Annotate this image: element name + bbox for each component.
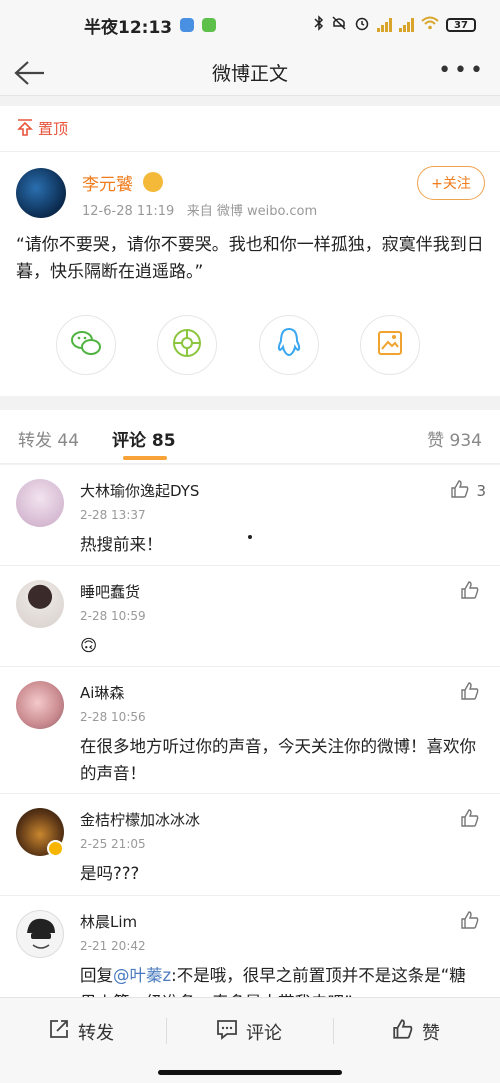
thumbs-up-icon: [450, 479, 470, 503]
pinned-banner: 置顶: [0, 106, 500, 152]
status-time: 半夜12:13: [84, 17, 173, 38]
commenter-name[interactable]: 大林瑜你逸起DYS: [80, 480, 199, 501]
repost-button[interactable]: 转发: [48, 1018, 114, 1045]
thumbs-up-icon: [460, 681, 480, 705]
more-options-button[interactable]: •••: [438, 58, 486, 83]
author-name[interactable]: 李元饕: [82, 170, 133, 195]
comment-item[interactable]: 大林瑜你逸起DYS 2-28 13:37 热搜前来！ 3: [0, 465, 500, 566]
reply-prefix: 回复: [80, 966, 113, 985]
like-label: 赞: [422, 1022, 440, 1044]
thumbs-up-icon: [460, 910, 480, 934]
comment-like-count: 3: [476, 482, 486, 500]
commenter-avatar[interactable]: [16, 910, 64, 958]
battery-icon: 37: [446, 18, 476, 32]
post-source: 来自 微博 weibo.com: [186, 204, 318, 219]
page-title: 微博正文: [211, 63, 288, 85]
commenter-avatar[interactable]: [16, 681, 64, 729]
comment-label: 评论: [246, 1022, 282, 1044]
comment-like-button[interactable]: [460, 910, 486, 934]
wifi-icon: [421, 16, 439, 34]
save-image-icon: [376, 329, 404, 361]
tab-likes[interactable]: 赞 934: [427, 426, 482, 451]
commenter-name[interactable]: 睡吧蠢货: [80, 581, 140, 602]
signal-icon-2: [399, 18, 414, 32]
tab-active-indicator: [123, 456, 167, 460]
nav-bar: 微博正文 •••: [0, 50, 500, 96]
comment-icon: [216, 1018, 238, 1045]
like-button[interactable]: 赞: [392, 1018, 440, 1045]
tab-comments[interactable]: 评论 85: [112, 426, 176, 451]
scroll-dot: [248, 535, 252, 539]
status-bar: 半夜12:13 37: [0, 0, 500, 50]
follow-button[interactable]: +关注: [417, 166, 485, 200]
mute-icon: [331, 15, 347, 35]
share-moments-button[interactable]: [157, 315, 218, 375]
moments-icon: [171, 327, 203, 363]
comment-text: 🙃: [80, 636, 98, 655]
comment-time: 2-21 20:42: [80, 939, 146, 953]
author-avatar[interactable]: [16, 168, 66, 218]
thumbs-up-icon: [460, 580, 480, 604]
commenter-name[interactable]: 金桔柠檬加冰冰冰: [80, 809, 200, 830]
comment-item[interactable]: 睡吧蠢货 2-28 10:59 🙃: [0, 566, 500, 667]
divider: [333, 1018, 334, 1044]
commenter-name[interactable]: 林晨Lim: [80, 911, 137, 932]
wechat-icon: [70, 328, 102, 362]
comment-item[interactable]: 金桔柠檬加冰冰冰 2-25 21:05 是吗???: [0, 794, 500, 896]
share-wechat-button[interactable]: [56, 315, 116, 375]
commenter-avatar[interactable]: [16, 580, 64, 628]
post-meta: 12-6-28 11:19 来自 微博 weibo.com: [82, 200, 317, 219]
repost-icon: [48, 1018, 70, 1045]
comment-like-button[interactable]: 3: [450, 479, 486, 503]
comment-item[interactable]: Ai琳森 2-28 10:56 在很多地方听过你的声音，今天关注你的微博！喜欢你…: [0, 667, 500, 794]
notification-app-icon: [180, 18, 195, 32]
back-button[interactable]: [12, 56, 48, 90]
bluetooth-icon: [314, 15, 324, 35]
home-indicator[interactable]: [158, 1070, 342, 1075]
qq-icon: [276, 327, 302, 363]
comment-time: 2-28 10:56: [80, 710, 146, 724]
repost-label: 转发: [78, 1022, 114, 1044]
comment-time: 2-28 13:37: [80, 508, 146, 522]
commenter-avatar[interactable]: [16, 479, 64, 527]
comment-text: 热搜前来！: [80, 535, 163, 554]
divider: [166, 1018, 167, 1044]
pin-label: 置顶: [38, 120, 69, 138]
save-image-button[interactable]: [359, 315, 420, 375]
commenter-name[interactable]: Ai琳森: [80, 682, 124, 703]
member-badge-icon: [143, 172, 163, 192]
tab-bar: 转发 44 评论 85 赞 934: [0, 410, 500, 464]
status-indicators: 37: [314, 15, 476, 35]
comment-list: 大林瑜你逸起DYS 2-28 13:37 热搜前来！ 3 睡吧蠢货 2-28 1…: [0, 465, 500, 997]
thumbs-up-icon: [392, 1018, 414, 1045]
comment-like-button[interactable]: [460, 681, 486, 705]
comment-item[interactable]: 林晨Lim 2-21 20:42 回复@叶蓁z:不是哦，很早之前置顶并不是这条是…: [0, 896, 500, 997]
post-timestamp: 12-6-28 11:19: [82, 204, 175, 219]
notification-app-icon-2: [202, 18, 217, 32]
share-qq-button[interactable]: [258, 315, 319, 375]
comment-button[interactable]: 评论: [216, 1018, 282, 1045]
verified-badge-icon: [47, 840, 64, 857]
thumbs-up-icon: [460, 808, 480, 832]
post-content: “请你不要哭，请你不要哭。我也和你一样孤独，寂寞伴我到日暮，快乐隔断在逍遥路。”: [16, 235, 484, 282]
comment-text: 是吗???: [80, 864, 140, 883]
mention-link[interactable]: @叶蓁z: [113, 966, 171, 985]
comment-text: 回复@叶蓁z:不是哦，很早之前置顶并不是这条是“糖果火箭一级准备，奇多是人带我去…: [80, 962, 480, 997]
comment-time: 2-28 10:59: [80, 609, 146, 623]
pin-icon: [16, 118, 34, 140]
comment-like-button[interactable]: [460, 808, 486, 832]
comment-text: 在很多地方听过你的声音，今天关注你的微博！喜欢你的声音！: [80, 737, 476, 783]
tab-reposts[interactable]: 转发 44: [18, 426, 79, 451]
signal-icon: [377, 18, 392, 32]
comment-like-button[interactable]: [460, 580, 486, 604]
alarm-icon: [354, 15, 370, 35]
post-card: 李元饕 12-6-28 11:19 来自 微博 weibo.com +关注 “请…: [0, 152, 500, 396]
share-row: [56, 315, 420, 375]
comment-time: 2-25 21:05: [80, 837, 146, 851]
